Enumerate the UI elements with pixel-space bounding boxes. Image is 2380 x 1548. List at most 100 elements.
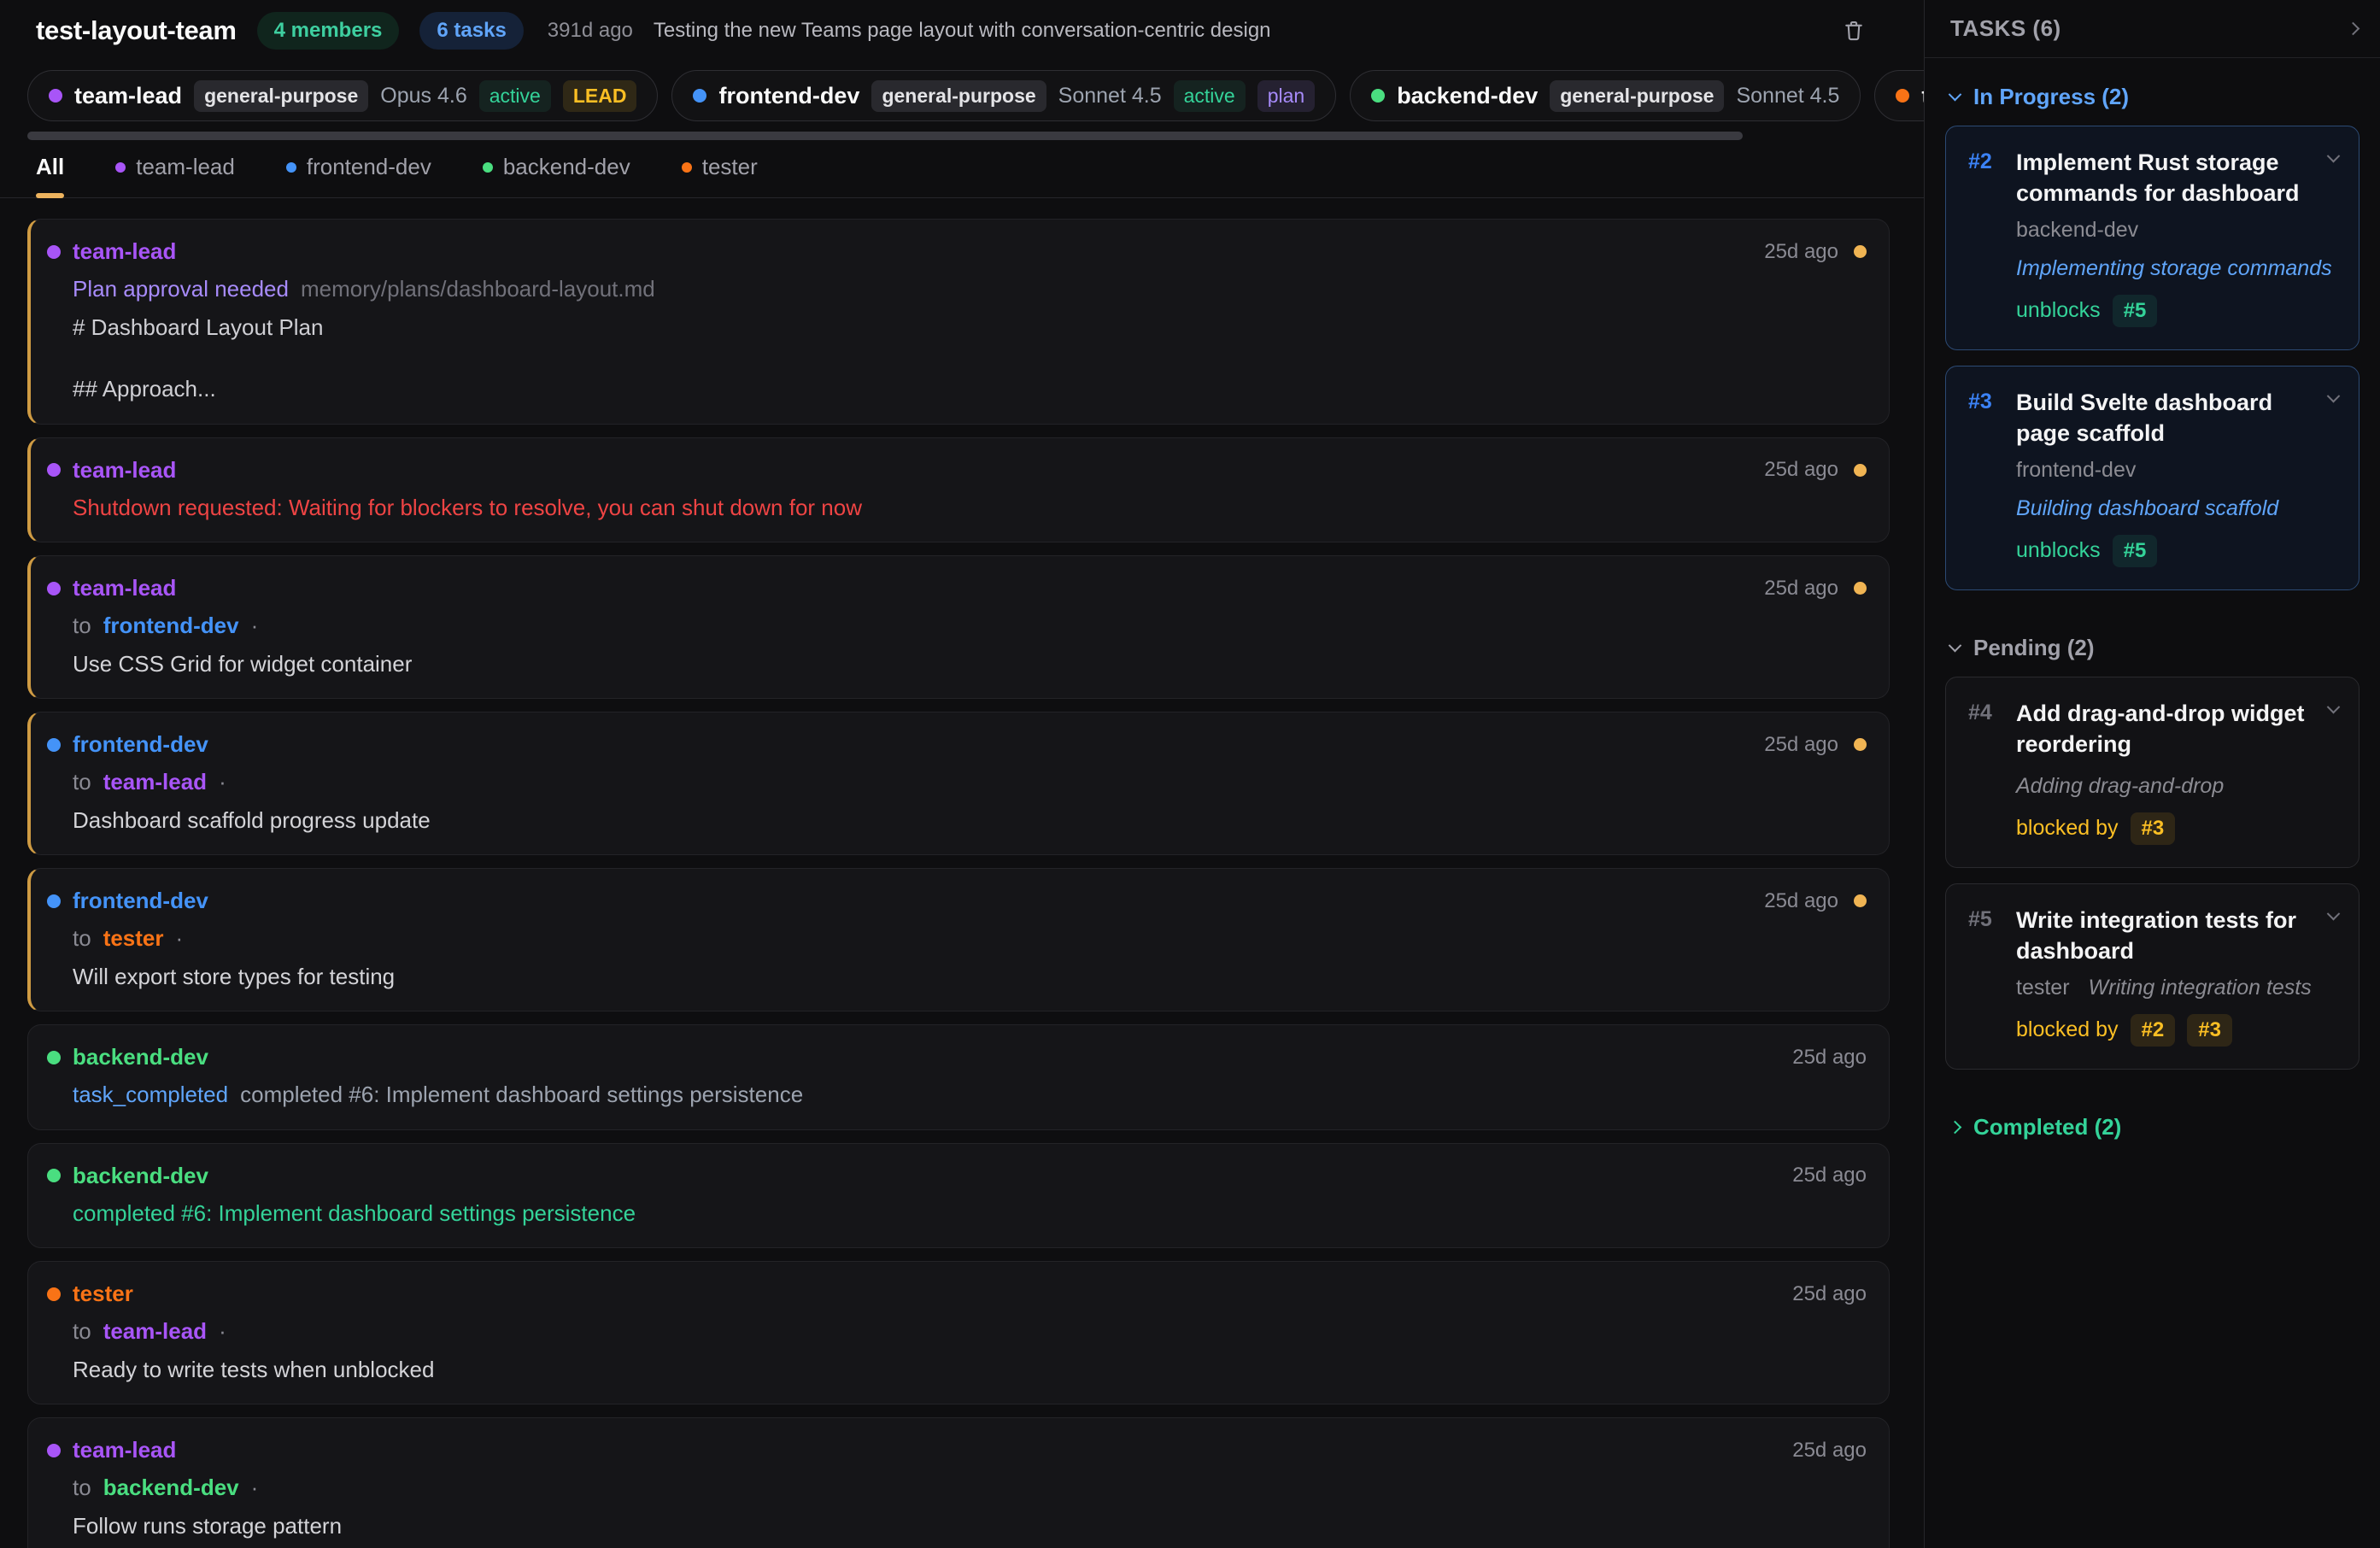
tab-agent-dot bbox=[682, 162, 692, 173]
task-expand-chevron-icon[interactable] bbox=[2327, 907, 2341, 921]
agent-chip-frontend-dev[interactable]: frontend-dev general-purpose Sonnet 4.5 … bbox=[671, 70, 1336, 121]
task-expand-chevron-icon[interactable] bbox=[2327, 390, 2341, 403]
message-card[interactable]: team-lead 25d ago Plan approval neededme… bbox=[27, 219, 1890, 425]
message-line: Ready to write tests when unblocked bbox=[73, 1356, 1867, 1384]
tab-backend-dev[interactable]: backend-dev bbox=[483, 154, 630, 197]
agent-name: frontend-dev bbox=[718, 83, 859, 109]
message-header: backend-dev 25d ago bbox=[47, 1163, 1867, 1189]
agent-status-dot bbox=[693, 89, 706, 103]
task-number: #5 bbox=[1968, 905, 2002, 932]
message-line: Use CSS Grid for widget container bbox=[73, 650, 1867, 678]
task-expand-chevron-icon[interactable] bbox=[2327, 701, 2341, 714]
section-label: Completed (2) bbox=[1973, 1114, 2121, 1140]
related-task-badge[interactable]: #5 bbox=[2113, 535, 2158, 567]
message-line: totester· bbox=[73, 924, 1867, 953]
message-line: completed #6: Implement dashboard settin… bbox=[73, 1199, 1867, 1228]
section-label: Pending (2) bbox=[1973, 635, 2095, 661]
tab-frontend-dev[interactable]: frontend-dev bbox=[286, 154, 431, 197]
agent-chip-tester[interactable]: tester Explore Ha bbox=[1874, 70, 1924, 121]
task-relation-row: blocked by #2#3 bbox=[2016, 1014, 2338, 1047]
agents-scrollbar[interactable] bbox=[27, 132, 1743, 140]
agent-dot bbox=[47, 1051, 61, 1064]
section-header-pending[interactable]: Pending (2) bbox=[1950, 635, 2359, 661]
tab-all[interactable]: All bbox=[36, 154, 64, 197]
task-card-3[interactable]: #3 Build Svelte dashboard page scaffold … bbox=[1945, 366, 2359, 590]
task-card-5[interactable]: #5 Write integration tests for dashboard… bbox=[1945, 883, 2359, 1070]
message-card[interactable]: backend-dev 25d ago completed #6: Implem… bbox=[27, 1143, 1890, 1249]
related-task-badge[interactable]: #2 bbox=[2131, 1014, 2176, 1047]
agent-name: backend-dev bbox=[1397, 83, 1538, 109]
agent-chip-team-lead[interactable]: team-lead general-purpose Opus 4.6 activ… bbox=[27, 70, 658, 121]
message-sender: team-lead bbox=[73, 238, 176, 265]
agent-model: Sonnet 4.5 bbox=[1058, 84, 1162, 108]
message-card[interactable]: backend-dev 25d ago task_completedcomple… bbox=[27, 1024, 1890, 1130]
agent-type-badge: general-purpose bbox=[1550, 80, 1724, 112]
message-text-span: frontend-dev bbox=[103, 612, 239, 640]
task-assignee: tester bbox=[2016, 976, 2070, 1000]
message-meta: 25d ago bbox=[1764, 889, 1867, 913]
related-task-badge[interactable]: #5 bbox=[2113, 295, 2158, 327]
task-assignee: frontend-dev bbox=[2016, 458, 2136, 483]
task-expand-chevron-icon[interactable] bbox=[2327, 150, 2341, 163]
message-text-span: team-lead bbox=[103, 1317, 207, 1346]
collapse-sidebar-icon[interactable] bbox=[2347, 22, 2360, 36]
message-timestamp: 25d ago bbox=[1792, 1282, 1867, 1306]
tab-label: tester bbox=[702, 154, 758, 180]
message-meta: 25d ago bbox=[1764, 240, 1867, 264]
task-card-2[interactable]: #2 Implement Rust storage commands for d… bbox=[1945, 126, 2359, 350]
message-text-span: to bbox=[73, 768, 91, 796]
message-header: team-lead 25d ago bbox=[47, 457, 1867, 484]
message-card[interactable]: frontend-dev 25d ago toteam-lead·Dashboa… bbox=[27, 712, 1890, 855]
agent-status-dot bbox=[49, 89, 62, 103]
message-text-span: Ready to write tests when unblocked bbox=[73, 1356, 434, 1384]
section-chevron-icon bbox=[1949, 1120, 1962, 1134]
message-text-span: Follow runs storage pattern bbox=[73, 1512, 342, 1540]
section-chevron-icon bbox=[1949, 639, 1962, 653]
related-task-badge[interactable]: #3 bbox=[2131, 812, 2176, 845]
members-badge: 4 members bbox=[257, 12, 400, 50]
agent-dot bbox=[47, 738, 61, 752]
tab-tester[interactable]: tester bbox=[682, 154, 758, 197]
tab-label: All bbox=[36, 154, 64, 180]
team-description: Testing the new Teams page layout with c… bbox=[654, 19, 1271, 43]
message-card[interactable]: team-lead 25d ago tofrontend-dev·Use CSS… bbox=[27, 555, 1890, 699]
message-meta: 25d ago bbox=[1764, 577, 1867, 601]
message-line: tofrontend-dev· bbox=[73, 612, 1867, 640]
agent-name: team-lead bbox=[74, 83, 182, 109]
tab-agent-dot bbox=[286, 162, 296, 173]
message-text-span: completed #6: Implement dashboard settin… bbox=[73, 1199, 636, 1228]
task-assignee-row: backend-dev bbox=[2016, 218, 2338, 243]
task-relation-row: unblocks #5 bbox=[2016, 295, 2338, 327]
tab-label: frontend-dev bbox=[307, 154, 431, 180]
message-text-span: to bbox=[73, 612, 91, 640]
task-relation-row: unblocks #5 bbox=[2016, 535, 2338, 567]
agent-chip-backend-dev[interactable]: backend-dev general-purpose Sonnet 4.5 bbox=[1350, 70, 1861, 121]
tab-team-lead[interactable]: team-lead bbox=[115, 154, 235, 197]
tasks-count-badge: 6 tasks bbox=[419, 12, 523, 50]
task-top-row: #3 Build Svelte dashboard page scaffold bbox=[1968, 387, 2338, 449]
main-panel: test-layout-team 4 members 6 tasks 391d … bbox=[0, 0, 1924, 1548]
message-line: toteam-lead· bbox=[73, 1317, 1867, 1346]
task-relation-label: unblocks bbox=[2016, 298, 2101, 323]
message-header: backend-dev 25d ago bbox=[47, 1044, 1867, 1070]
tab-label: team-lead bbox=[136, 154, 235, 180]
message-card[interactable]: tester 25d ago toteam-lead·Ready to writ… bbox=[27, 1261, 1890, 1404]
conversation-tabs: All team-lead frontend-dev backend-dev t… bbox=[0, 140, 1924, 198]
message-meta: 25d ago bbox=[1764, 458, 1867, 482]
related-task-badge[interactable]: #3 bbox=[2187, 1014, 2232, 1047]
task-card-4[interactable]: #4 Add drag-and-drop widget reordering A… bbox=[1945, 677, 2359, 868]
agent-dot bbox=[47, 582, 61, 595]
message-card[interactable]: frontend-dev 25d ago totester· Will expor… bbox=[27, 868, 1890, 1011]
task-assignee-row: tester Writing integration tests bbox=[2016, 976, 2338, 1000]
team-age: 391d ago bbox=[548, 19, 633, 43]
message-text-span: Will export store types for testing bbox=[73, 963, 395, 991]
section-header-completed[interactable]: Completed (2) bbox=[1950, 1114, 2359, 1140]
message-sender: frontend-dev bbox=[73, 888, 208, 914]
section-header-in[interactable]: In Progress (2) bbox=[1950, 84, 2359, 110]
message-text-span: to bbox=[73, 924, 91, 953]
delete-team-button[interactable] bbox=[1835, 12, 1873, 50]
section-label: In Progress (2) bbox=[1973, 84, 2129, 110]
message-card[interactable]: team-lead 25d ago tobackend-dev·Follow r… bbox=[27, 1417, 1890, 1548]
message-card[interactable]: team-lead 25d ago Shutdown requested: Wa… bbox=[27, 437, 1890, 543]
message-header: frontend-dev 25d ago bbox=[47, 731, 1867, 758]
